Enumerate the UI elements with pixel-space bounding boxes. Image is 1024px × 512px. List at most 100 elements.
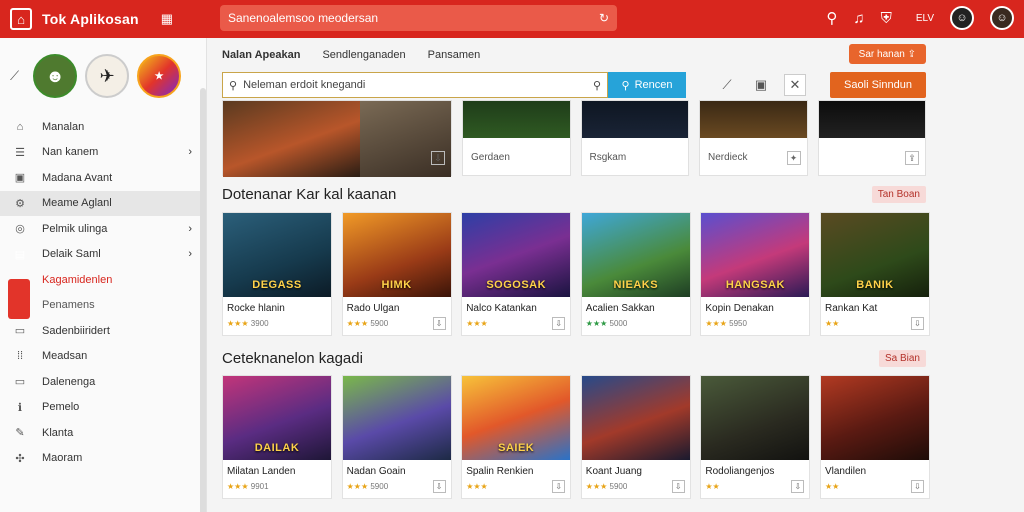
game-card-title: Koant Juang [585,466,642,477]
sidebar-item-7[interactable]: Penamens [0,293,206,319]
game-card-rating: 5000 [609,319,628,328]
game-card-art: SAIEK [462,376,571,460]
featured-app-icon-2[interactable]: ✈ [85,54,130,98]
game-card-meta: ★★★ 5000 [586,319,628,328]
game-card[interactable]: NIEAKS Acalien Sakkan ★★★ 5000 [580,212,691,336]
box-icon: ▭ [14,325,26,338]
home-icon: ⌂ [16,120,24,133]
share-icon[interactable]: ⇪ [905,151,919,165]
sidebar-item-10[interactable]: ▭ Dalenenga [0,369,206,395]
search-icon[interactable]: ⚲ [826,9,837,27]
sidebar-item-label: Manalan [42,120,85,133]
game-card[interactable]: HIMK Rado Ulgan ★★★ 5900 ⇩ [341,212,452,336]
download-icon[interactable]: ⇩ [431,151,445,165]
rating-stars-icon: ★★ [824,482,840,491]
section-header-1: Dotenanar Kar kal kaanan Tan Boan [222,184,926,204]
game-card[interactable]: BANIK Rankan Kat ★★ ⇩ [819,212,930,336]
bell-icon[interactable]: ♫ [853,10,864,27]
game-card[interactable]: Vlandilen ★★ ⇩ [819,375,930,499]
game-card-rating: 3900 [250,319,269,328]
game-card[interactable]: DEGASS Rocke hlanin ★★★ 3900 [222,212,332,336]
shield-icon[interactable]: ⛨ [881,10,892,27]
close-icon[interactable]: ✕ [784,74,806,96]
game-card[interactable]: SAIEK Spalin Renkien ★★★ ⇩ [461,375,572,499]
download-icon[interactable]: ⇩ [910,480,924,493]
featured-card-4[interactable]: ⇪ [817,100,926,176]
game-card-meta: ★★★ 5950 [705,319,747,328]
app-title: Tok Aplikosan [42,11,139,27]
user-avatar[interactable]: ☺ [950,6,974,30]
sidebar-item-2[interactable]: ▣ Madana Avant [0,165,206,191]
section-see-all-button[interactable]: Tan Boan [871,185,926,203]
window-icon[interactable]: ▣ [750,74,772,96]
featured-card-1[interactable]: Gerdaen [462,100,571,176]
game-card[interactable]: Nadan Goain ★★★ 5900 ⇩ [341,375,452,499]
tab-1[interactable]: Sendlenganaden [322,49,405,61]
game-card[interactable]: SOGOSAK Nalco Katankan ★★★ ⇩ [461,212,572,336]
section-see-all-button[interactable]: Sa Bian [878,349,926,367]
featured-app-icon-1[interactable]: ☻ [33,54,78,98]
section-1-grid: DEGASS Rocke hlanin ★★★ 3900 HIMK Rado Ulga… [222,212,930,336]
sidebar-item-12[interactable]: ✎ Klanta [0,420,206,446]
sidebar-item-9[interactable]: ⁞⁞ Meadsan [0,344,206,370]
game-card-art [342,376,451,460]
game-card-rating: 5900 [370,482,389,491]
sidebar-item-label: Maoram [42,452,83,465]
download-icon[interactable]: ⇩ [671,480,685,493]
pin-icon[interactable]: ✦ [786,151,801,165]
featured-card-0[interactable]: ⇩ [222,100,452,177]
edit-icon[interactable]: ⟋ [716,74,738,96]
app-logo-icon[interactable]: ⌂ [10,8,32,30]
featured-card-art [818,101,925,138]
download-icon[interactable]: ⇩ [791,480,805,493]
game-card-title: Rocke hlanin [227,303,285,314]
sidebar-item-5[interactable]: ▤ Delaik Saml › [0,242,206,268]
search-row: ⚲ Neleman erdoit knegandi ⚲ ⚲ Rencen ⟋ ▣ … [222,72,926,98]
top-search-input[interactable]: Sanenoalemsoo meodersan ↻ [220,5,617,31]
download-icon[interactable]: ⇩ [552,317,566,330]
tab-0[interactable]: Nalan Apeakan [222,49,300,61]
featured-card-3[interactable]: Nerdieck ✦ [699,100,808,176]
chevron-right-icon: › [188,146,192,159]
game-card-title: Rankan Kat [824,303,878,314]
search-button[interactable]: ⚲ Rencen [608,72,686,98]
sidebar-item-13[interactable]: ✣ Maoram [0,446,206,472]
game-card[interactable]: HANGSAK Kopin Denakan ★★★ 5950 [700,212,811,336]
sidebar-item-label: Meame Aglanl [42,197,112,210]
top-action-button[interactable]: Sar hanan ⇪ [848,44,926,64]
chevron-right-icon: › [188,248,192,261]
featured-card-2[interactable]: Rsgkam [580,100,689,176]
sidebar-item-11[interactable]: ℹ Pemelo [0,395,206,421]
game-card-rating: 5900 [370,319,389,328]
game-card-title: Milatan Landen [227,466,296,477]
game-card[interactable]: Koant Juang ★★★ 5900 ⇩ [580,375,691,499]
apps-grid-icon[interactable]: ▦ [161,11,173,27]
sidebar-scrollbar[interactable] [200,88,206,512]
section-header-2: Ceteknanelon kagadi Sa Bian [222,348,926,368]
info-icon: ℹ [17,401,23,414]
main-search-placeholder: Neleman erdoit knegandi [243,79,366,91]
tab-2[interactable]: Pansamen [428,49,481,61]
refresh-icon[interactable]: ↻ [599,11,609,25]
main-search-input[interactable]: ⚲ Neleman erdoit knegandi ⚲ [222,72,608,98]
profile-label[interactable]: ELV [916,13,934,24]
user-avatar-secondary[interactable]: ☺ [990,6,1014,30]
game-card[interactable]: DAILAK Milatan Landen ★★★ 9901 [222,375,332,499]
download-icon[interactable]: ⇩ [552,480,566,493]
sidebar-item-4[interactable]: ◎ Pelmik ulinga › [0,216,206,242]
download-icon[interactable]: ⇩ [910,317,924,330]
download-icon[interactable]: ⇩ [432,317,446,330]
collapse-icon[interactable]: ⟋ [10,68,19,84]
featured-card-art [463,101,570,138]
game-card[interactable]: Rodoliangenjos ★★ ⇩ [700,375,811,499]
sidebar-item-0[interactable]: ⌂ Manalan [0,114,206,140]
game-card-title: Kopin Denakan [705,303,774,314]
sidebar-item-1[interactable]: ☰ Nan kanem › [0,140,206,166]
featured-app-icon-3[interactable]: ★ [137,54,182,98]
sidebar-item-8[interactable]: ▭ Sadenbiiridert [0,318,206,344]
download-icon[interactable]: ⇩ [432,480,446,493]
sidebar-item-3[interactable]: ⚙ Meame Aglanl [0,190,206,216]
sidebar-item-6[interactable]: ▬Kagamidenlen [0,267,206,293]
sidebar-red-marker [8,279,30,319]
primary-action-button[interactable]: Saoli Sinndun [830,72,926,98]
